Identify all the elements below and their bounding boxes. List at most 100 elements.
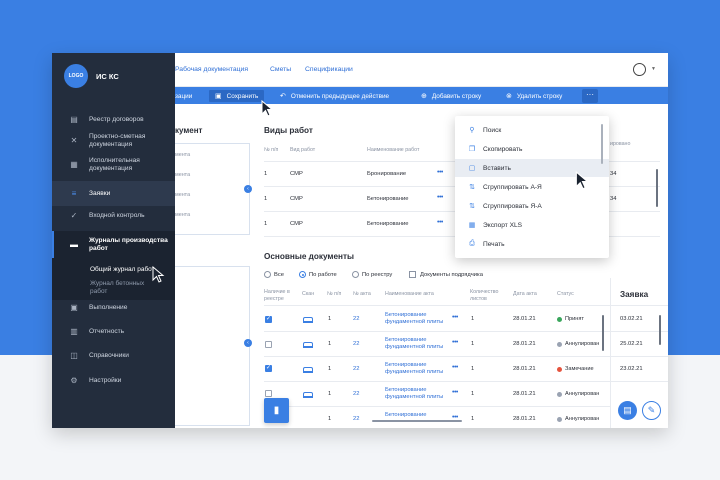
- cell-act-name[interactable]: Бетонирование фундаментной плиты: [385, 337, 447, 350]
- column-header: Наименование акта: [385, 291, 434, 297]
- cell-number: 1: [328, 316, 332, 322]
- edit-fab-button[interactable]: ✎: [642, 401, 661, 420]
- toolbar-truncated-item[interactable]: зации: [175, 90, 192, 102]
- cell-act-number[interactable]: 22: [353, 416, 359, 423]
- row-more-icon[interactable]: •••: [452, 339, 458, 346]
- scrollbar[interactable]: [601, 124, 603, 164]
- floating-book-button[interactable]: ▮: [264, 398, 289, 423]
- sidebar-item-requests[interactable]: ≡ Заявки: [52, 181, 175, 206]
- row-more-icon[interactable]: •••: [452, 389, 458, 396]
- list-item[interactable]: мента: [175, 212, 190, 218]
- checkbox-checked-icon[interactable]: ✓: [265, 316, 272, 323]
- undo-icon: ↶: [280, 93, 286, 100]
- sidebar-item-incoming-control[interactable]: ✓ Входной контроль: [52, 211, 175, 221]
- status-dot-icon: [557, 341, 562, 347]
- document-list-secondary: [175, 266, 250, 426]
- sidebar-item-settings[interactable]: ⚙ Настройки: [52, 376, 175, 386]
- sidebar-item-execution[interactable]: ▣ Выполнение: [52, 303, 175, 313]
- cell-number: 1: [264, 221, 268, 227]
- checkbox-checked-icon[interactable]: ✓: [265, 365, 272, 372]
- nav-working-docs[interactable]: Рабочая документация: [175, 66, 248, 73]
- row-more-icon[interactable]: •••: [437, 194, 443, 201]
- document-fab-button[interactable]: ▤: [618, 401, 637, 420]
- cell-number: 1: [328, 416, 332, 422]
- nav-estimates[interactable]: Сметы: [270, 66, 291, 73]
- undo-label: Отменить предыдущее действие: [290, 92, 390, 100]
- chevron-down-icon[interactable]: ▼: [651, 66, 656, 72]
- add-row-label: Добавить строку: [431, 92, 482, 100]
- sidebar-item-work-journals[interactable]: ▬ Журналы производства работ: [52, 231, 175, 258]
- save-button[interactable]: ▣ Сохранить: [209, 90, 265, 102]
- sidebar-item-reports[interactable]: ▥ Отчетность: [52, 327, 175, 337]
- document-panel: кумент мента мента мента мента: [175, 121, 255, 428]
- row-more-icon[interactable]: •••: [452, 364, 458, 371]
- mouse-cursor-icon: [261, 100, 274, 117]
- delete-row-button[interactable]: ⊗ Удалить строку: [506, 90, 562, 102]
- menu-item-print[interactable]: ⎙ Печать: [455, 235, 609, 253]
- sidebar-item-references[interactable]: ◫ Справочники: [52, 351, 175, 361]
- menu-item-label: Скопировать: [483, 145, 523, 153]
- scan-icon[interactable]: [303, 367, 313, 373]
- list-item[interactable]: мента: [175, 152, 190, 158]
- column-header: Статус: [557, 291, 574, 297]
- scrollbar[interactable]: [656, 169, 658, 207]
- sidebar-item-contracts[interactable]: ▤ Реестр договоров: [52, 115, 175, 125]
- search-icon: ⚲: [469, 127, 475, 134]
- menu-item-search[interactable]: ⚲ Поиск: [455, 121, 609, 139]
- row-more-icon[interactable]: •••: [437, 219, 443, 226]
- contractor-docs-checkbox[interactable]: Документы подрядчика: [409, 271, 483, 278]
- column-header: № п/п: [327, 291, 342, 297]
- sidebar-item-executive-docs[interactable]: ▦ Исполнительная документация: [52, 157, 175, 173]
- chart-icon: ▥: [70, 327, 78, 336]
- row-more-icon[interactable]: •••: [437, 169, 443, 176]
- list-item[interactable]: мента: [175, 192, 190, 198]
- cell-act-number[interactable]: 22: [353, 391, 359, 398]
- menu-item-copy[interactable]: ❐ Скопировать: [455, 140, 609, 158]
- user-avatar-icon[interactable]: [633, 63, 646, 76]
- cell-act-name[interactable]: Бетонирование фундаментной плиты: [385, 387, 447, 400]
- row-more-icon[interactable]: •••: [452, 314, 458, 321]
- cell-act-name[interactable]: Бетонирование фундаментной плиты: [385, 312, 447, 325]
- expand-handle-icon[interactable]: ‹: [244, 185, 252, 193]
- checkbox-icon[interactable]: [265, 341, 272, 348]
- cell-act-number[interactable]: 22: [353, 341, 359, 348]
- filter-all-radio[interactable]: Все: [264, 271, 284, 278]
- list-item[interactable]: мента: [175, 172, 190, 178]
- filter-by-registry-radio[interactable]: По реестру: [352, 271, 392, 278]
- scan-icon[interactable]: [303, 342, 313, 348]
- radio-label: По реестру: [362, 271, 393, 278]
- cell-act-number[interactable]: 22: [353, 316, 359, 323]
- cell-right: 34: [610, 196, 617, 202]
- column-header: ировано: [610, 141, 631, 147]
- cell-act-number[interactable]: 22: [353, 366, 359, 373]
- sidebar-item-project-docs[interactable]: ✕ Проектно-сметная документация: [52, 133, 175, 149]
- status-label: Аннулирован: [565, 391, 600, 397]
- add-row-button[interactable]: ⊕ Добавить строку: [421, 90, 481, 102]
- divider: [264, 381, 610, 382]
- menu-item-export-xls[interactable]: ▦ Экспорт XLS: [455, 216, 609, 234]
- submenu-concrete-journal[interactable]: Журнал бетонных работ: [90, 280, 150, 296]
- submenu-general-journal[interactable]: Общий журнал работ: [90, 266, 155, 274]
- scan-icon[interactable]: [303, 317, 313, 323]
- undo-button[interactable]: ↶ Отменить предыдущее действие: [280, 90, 389, 102]
- checkbox-icon[interactable]: [265, 390, 272, 397]
- cell-sheets: 1: [471, 316, 475, 322]
- filter-by-work-radio[interactable]: По работе: [299, 271, 337, 278]
- status-badge: Принят: [557, 316, 584, 322]
- horizontal-scrollbar[interactable]: [372, 420, 462, 422]
- cell-act-name[interactable]: Бетонирование: [385, 412, 447, 419]
- nav-specifications[interactable]: Спецификации: [305, 66, 353, 73]
- more-button[interactable]: ···: [582, 89, 598, 103]
- divider: [611, 356, 668, 357]
- scrollbar[interactable]: [659, 315, 661, 345]
- cell-act-name[interactable]: Бетонирование фундаментной плиты: [385, 362, 447, 375]
- column-header: № п/п: [264, 147, 279, 153]
- list-icon: ▤: [70, 115, 78, 124]
- cell-type: СМР: [290, 221, 303, 227]
- menu-item-group-za[interactable]: ⇅ Сгруппировать Я-А: [455, 197, 609, 215]
- scrollbar[interactable]: [602, 315, 604, 351]
- scan-icon[interactable]: [303, 392, 313, 398]
- sidebar-item-label: Журналы производства работ: [89, 236, 168, 252]
- sidebar-item-label: Заявки: [89, 189, 111, 197]
- expand-handle-icon[interactable]: ‹: [244, 339, 252, 347]
